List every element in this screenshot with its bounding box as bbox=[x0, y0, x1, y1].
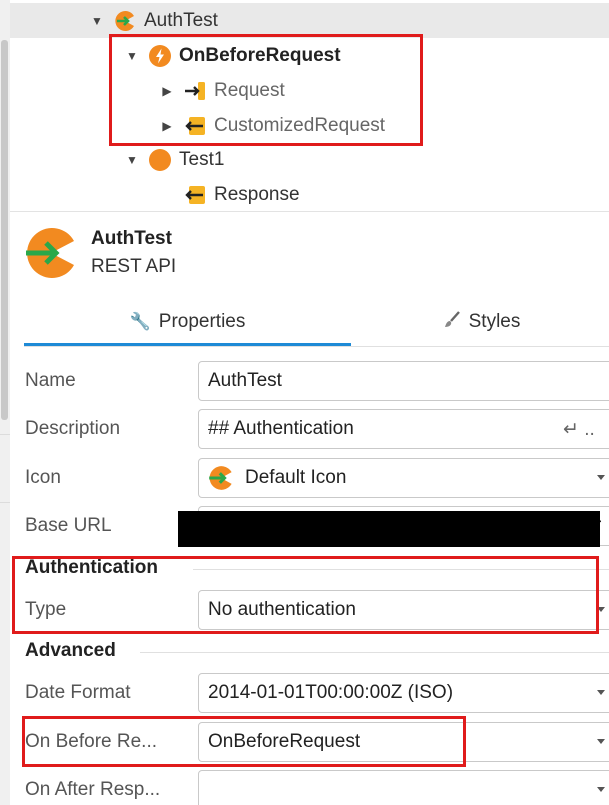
multiline-editor-icon[interactable]: ↵ .. bbox=[563, 418, 595, 441]
tree-item-label: Response bbox=[214, 183, 300, 205]
section-heading-advanced: Advanced bbox=[25, 640, 116, 661]
properties-tabs: 🔧 Properties Styles bbox=[24, 296, 609, 348]
left-scrollbar-thumb[interactable] bbox=[1, 40, 8, 420]
element-type: REST API bbox=[91, 256, 177, 277]
property-label: Base URL bbox=[25, 515, 112, 536]
property-row-icon: Icon Default Icon bbox=[10, 454, 609, 502]
date-format-dropdown[interactable]: 2014-01-01T00:00:00Z (ISO) bbox=[198, 673, 609, 713]
rest-api-icon bbox=[208, 465, 234, 491]
section-divider bbox=[140, 652, 609, 653]
property-label: Description bbox=[25, 418, 121, 439]
tab-label: Styles bbox=[468, 311, 521, 332]
dropdown-arrow-icon bbox=[597, 690, 605, 695]
left-scrollbar-track[interactable] bbox=[0, 0, 10, 805]
property-label: On After Resp... bbox=[25, 779, 161, 800]
property-row-date-format: Date Format 2014-01-01T00:00:00Z (ISO) bbox=[10, 669, 609, 717]
dropdown-arrow-icon bbox=[597, 475, 605, 480]
gutter-divider bbox=[0, 434, 10, 435]
property-row-description: Description ## Authentication ↵ .. bbox=[10, 405, 609, 453]
tree-item-authtest[interactable]: ▼ AuthTest bbox=[10, 3, 609, 38]
tab-label: Properties bbox=[158, 311, 246, 332]
property-label: Date Format bbox=[25, 682, 131, 703]
on-after-response-dropdown[interactable] bbox=[198, 770, 609, 805]
description-field[interactable]: ## Authentication ↵ .. bbox=[198, 409, 609, 449]
rest-api-icon bbox=[114, 10, 136, 32]
name-field[interactable]: AuthTest bbox=[198, 361, 609, 401]
tab-styles[interactable]: Styles bbox=[354, 296, 609, 348]
tree-item-response[interactable]: Response bbox=[10, 177, 609, 212]
panel-divider bbox=[10, 211, 609, 212]
description-value: ## Authentication bbox=[208, 418, 354, 439]
method-icon bbox=[149, 148, 171, 171]
tree-item-label: Test1 bbox=[179, 148, 225, 170]
highlight-box bbox=[109, 34, 423, 146]
brush-icon bbox=[443, 310, 461, 334]
icon-dropdown[interactable]: Default Icon bbox=[198, 458, 609, 498]
tab-properties[interactable]: 🔧 Properties bbox=[24, 296, 351, 348]
caret-down-icon[interactable]: ▼ bbox=[90, 14, 104, 28]
rest-api-icon bbox=[24, 226, 78, 280]
property-label: Icon bbox=[25, 467, 61, 488]
property-row-name: Name AuthTest bbox=[10, 357, 609, 405]
tree-item-label: AuthTest bbox=[144, 9, 218, 31]
gutter-divider bbox=[0, 502, 10, 503]
highlight-box bbox=[12, 556, 599, 634]
icon-value: Default Icon bbox=[245, 467, 347, 488]
property-row-on-after-response: On After Resp... bbox=[10, 766, 609, 805]
property-label: Name bbox=[25, 370, 76, 391]
dropdown-arrow-icon bbox=[597, 739, 605, 744]
redacted-block bbox=[178, 511, 600, 547]
element-title: AuthTest bbox=[91, 228, 172, 249]
date-format-value: 2014-01-01T00:00:00Z (ISO) bbox=[208, 682, 454, 703]
tree-item-test1[interactable]: ▼ Test1 bbox=[10, 142, 609, 177]
tabs-divider bbox=[24, 346, 609, 347]
caret-down-icon[interactable]: ▼ bbox=[125, 153, 139, 167]
dropdown-arrow-icon bbox=[597, 787, 605, 792]
highlight-box bbox=[22, 716, 466, 767]
wrench-icon: 🔧 bbox=[129, 312, 151, 331]
output-parameter-icon bbox=[184, 184, 206, 206]
